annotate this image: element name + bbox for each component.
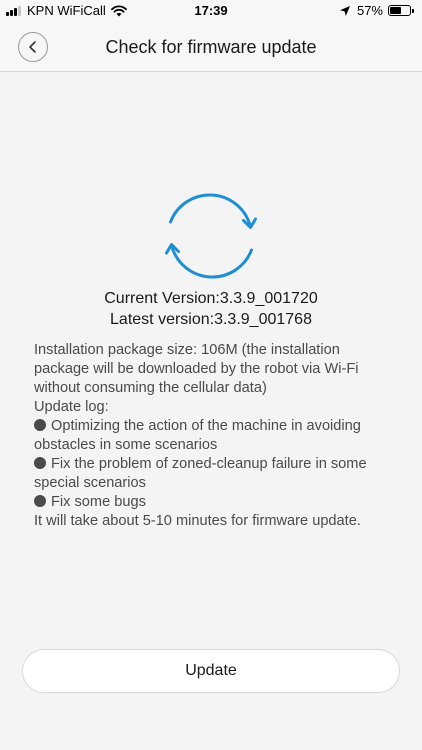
update-log-header: Update log: bbox=[34, 399, 109, 415]
current-version: Current Version:3.3.9_001720 bbox=[104, 290, 318, 307]
update-log-item: Optimizing the action of the machine in … bbox=[34, 417, 394, 455]
latest-version: Latest version:3.3.9_001768 bbox=[110, 311, 312, 328]
battery-icon bbox=[388, 5, 411, 16]
battery-tip bbox=[412, 8, 414, 13]
page-title: Check for firmware update bbox=[105, 37, 317, 57]
version-info: Current Version:3.3.9_001720 Latest vers… bbox=[0, 288, 422, 330]
battery-percent: 57% bbox=[356, 3, 383, 18]
update-details: Installation package size: 106M (the ins… bbox=[34, 341, 394, 531]
status-bar: KPN WiFiCall 17:39 57% bbox=[0, 0, 422, 24]
package-size-text: Installation package size: 106M (the ins… bbox=[34, 342, 359, 396]
navigation-bar: Check for firmware update bbox=[0, 24, 422, 72]
battery-level-fill bbox=[390, 7, 401, 14]
update-log-item-text: Optimizing the action of the machine in … bbox=[34, 418, 361, 453]
bullet-icon bbox=[34, 457, 46, 469]
bullet-icon bbox=[34, 495, 46, 507]
update-log-item-text: Fix the problem of zoned-cleanup failure… bbox=[34, 456, 367, 491]
update-log-item: Fix the problem of zoned-cleanup failure… bbox=[34, 455, 394, 493]
status-bar-right: 57% bbox=[339, 3, 414, 18]
bullet-icon bbox=[34, 419, 46, 431]
update-button[interactable]: Update bbox=[22, 649, 400, 693]
update-log-item-text: Fix some bugs bbox=[51, 494, 146, 510]
duration-note: It will take about 5-10 minutes for firm… bbox=[34, 513, 361, 529]
refresh-icon bbox=[165, 193, 257, 279]
location-arrow-icon bbox=[339, 5, 350, 16]
update-log-item: Fix some bugs bbox=[34, 493, 394, 512]
